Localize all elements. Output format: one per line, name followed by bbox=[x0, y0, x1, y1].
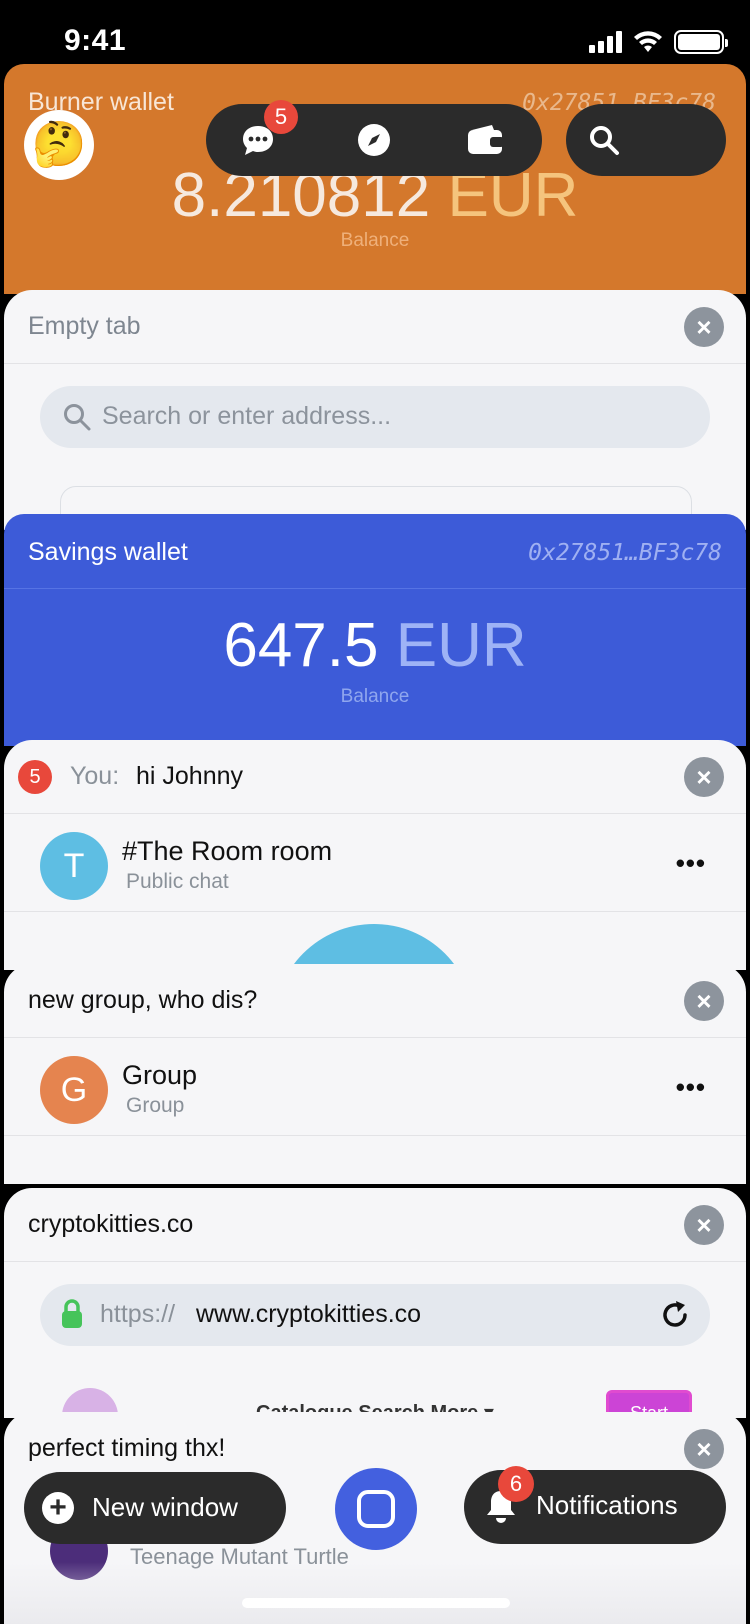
chat-subtitle: Group bbox=[126, 1094, 185, 1117]
browser-nav[interactable] bbox=[356, 122, 392, 158]
plus-icon: + bbox=[42, 1492, 74, 1524]
card-title: cryptokitties.co bbox=[28, 1210, 194, 1238]
room-chat-card[interactable]: 5 You: hi Johnny × T #The Room room Publ… bbox=[4, 740, 746, 970]
burner-wallet-card[interactable]: Burner wallet 0x27851…BF3c78 8.210812 EU… bbox=[4, 64, 746, 294]
top-nav: 5 bbox=[206, 100, 542, 176]
chat-subtitle: Public chat bbox=[126, 870, 229, 893]
wallet-icon bbox=[468, 125, 504, 154]
browser-tab-card[interactable]: cryptokitties.co × https:// www.cryptoki… bbox=[4, 1188, 746, 1418]
unread-badge: 5 bbox=[18, 760, 52, 794]
tab-switcher-screen: 9:41 Burner wallet 0x27851…BF3c78 8.2108… bbox=[0, 0, 750, 1624]
chat-row[interactable]: T #The Room room Public chat ••• bbox=[4, 814, 746, 912]
card-header: Empty tab × bbox=[4, 290, 746, 364]
card-header: cryptokitties.co × bbox=[4, 1188, 746, 1262]
search-icon bbox=[64, 404, 91, 431]
balance-label: Balance bbox=[340, 230, 410, 251]
reload-icon[interactable] bbox=[658, 1298, 692, 1332]
close-button[interactable]: × bbox=[684, 1205, 724, 1245]
more-options-icon[interactable]: ••• bbox=[676, 848, 706, 879]
card-header: new group, who dis? × bbox=[4, 964, 746, 1038]
message-preview: perfect timing thx! bbox=[28, 1434, 226, 1462]
close-button[interactable]: × bbox=[684, 1429, 724, 1469]
close-button[interactable]: × bbox=[684, 757, 724, 797]
message-preview: new group, who dis? bbox=[28, 986, 258, 1014]
url-bar[interactable]: https:// www.cryptokitties.co bbox=[40, 1284, 710, 1346]
status-time: 9:41 bbox=[64, 24, 127, 57]
balance-currency: EUR bbox=[395, 611, 527, 680]
profile-avatar[interactable]: 🤔 bbox=[24, 110, 94, 180]
search-icon bbox=[590, 126, 619, 155]
wallet-address: 0x27851…BF3c78 bbox=[528, 540, 722, 566]
wallet-title: Savings wallet bbox=[28, 538, 188, 566]
close-button[interactable]: × bbox=[684, 981, 724, 1021]
chat-name: #The Room room bbox=[122, 836, 333, 866]
new-window-label: New window bbox=[92, 1492, 238, 1522]
avatar: G bbox=[40, 1056, 108, 1124]
close-button[interactable]: × bbox=[684, 307, 724, 347]
chat-name: Group bbox=[122, 1060, 198, 1090]
search-placeholder: Search or enter address... bbox=[102, 402, 392, 430]
notifications-button[interactable]: 6 Notifications bbox=[464, 1466, 726, 1544]
balance-amount: 647.5 bbox=[223, 611, 379, 680]
url-protocol: https:// bbox=[100, 1300, 176, 1328]
new-window-button[interactable]: + New window bbox=[24, 1472, 286, 1544]
cellular-signal-icon bbox=[589, 31, 622, 53]
balance-label: Balance bbox=[340, 686, 410, 707]
empty-tab-card[interactable]: Empty tab × Search or enter address... bbox=[4, 290, 746, 530]
notifications-label: Notifications bbox=[536, 1490, 678, 1520]
status-icons bbox=[589, 30, 728, 54]
card-title: Empty tab bbox=[28, 312, 141, 340]
divider bbox=[4, 588, 746, 589]
chats-badge: 5 bbox=[264, 100, 298, 134]
bottom-fade bbox=[4, 1562, 746, 1624]
wallet-balance: 647.5 EUR bbox=[4, 610, 746, 681]
compass-icon bbox=[358, 124, 390, 156]
search-button[interactable] bbox=[566, 104, 726, 176]
card-header: 5 You: hi Johnny × bbox=[4, 740, 746, 814]
chat-row[interactable]: G Group Group ••• bbox=[4, 1038, 746, 1136]
message-sender: You: bbox=[70, 762, 120, 790]
more-options-icon[interactable]: ••• bbox=[676, 1072, 706, 1103]
savings-wallet-card[interactable]: Savings wallet 0x27851…BF3c78 647.5 EUR … bbox=[4, 514, 746, 746]
tabs-icon bbox=[357, 1490, 395, 1528]
notifications-badge: 6 bbox=[498, 1466, 534, 1502]
battery-icon bbox=[674, 30, 728, 54]
group-chat-card[interactable]: new group, who dis? × G Group Group ••• bbox=[4, 964, 746, 1184]
message-preview: hi Johnny bbox=[136, 762, 244, 790]
address-search-input[interactable]: Search or enter address... bbox=[40, 386, 710, 448]
tabs-home-button[interactable] bbox=[335, 1468, 417, 1550]
avatar: T bbox=[40, 832, 108, 900]
home-indicator[interactable] bbox=[242, 1598, 510, 1608]
wifi-icon bbox=[634, 31, 662, 52]
wallet-nav[interactable] bbox=[466, 122, 504, 158]
url-host: www.cryptokitties.co bbox=[196, 1300, 422, 1328]
lock-icon bbox=[62, 1299, 82, 1328]
